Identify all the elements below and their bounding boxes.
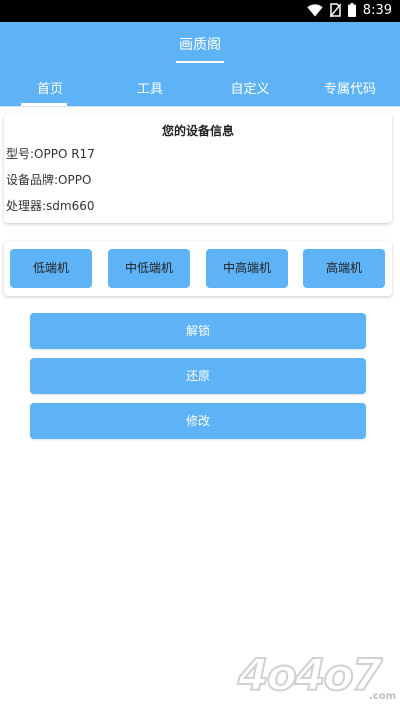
title-underline (176, 61, 224, 63)
tab-home[interactable]: 首页 (0, 64, 100, 106)
tab-exclusive-code[interactable]: 专属代码 (300, 64, 400, 106)
device-model: 型号:OPPO R17 (6, 147, 95, 161)
status-time: 8:39 (362, 3, 392, 18)
tier-mid-low-button[interactable]: 中低端机 (108, 249, 190, 288)
no-sim-icon (329, 2, 342, 21)
device-brand: 设备品牌:OPPO (6, 173, 92, 187)
watermark-domain: .com (368, 691, 396, 702)
device-tier-card: 低端机 中低端机 中高端机 高端机 (4, 241, 392, 296)
device-info-card: 您的设备信息 型号:OPPO R17 设备品牌:OPPO 处理器:sdm660 (4, 114, 392, 223)
tier-high-button[interactable]: 高端机 (303, 249, 385, 288)
watermark-text: 4o4o7 (237, 649, 383, 702)
tier-mid-high-button[interactable]: 中高端机 (206, 249, 288, 288)
tab-bar: 首页 工具 自定义 专属代码 (0, 64, 400, 106)
status-bar: 8:39 (0, 0, 400, 22)
wifi-icon (307, 2, 323, 21)
device-processor: 处理器:sdm660 (6, 199, 95, 213)
tab-tools[interactable]: 工具 (100, 64, 200, 106)
tier-low-button[interactable]: 低端机 (10, 249, 92, 288)
app-title: 画质阁 (179, 37, 221, 53)
app-bar: 画质阁 (0, 22, 400, 64)
battery-icon (347, 2, 356, 21)
status-icons: 8:39 (307, 2, 392, 21)
restore-button[interactable]: 还原 (30, 358, 366, 394)
watermark-logo: 4o4o7 .com (237, 649, 398, 706)
unlock-button[interactable]: 解锁 (30, 313, 366, 349)
modify-button[interactable]: 修改 (30, 403, 366, 439)
device-info-title: 您的设备信息 (161, 124, 234, 138)
tab-custom[interactable]: 自定义 (200, 64, 300, 106)
tab-divider (0, 106, 400, 107)
